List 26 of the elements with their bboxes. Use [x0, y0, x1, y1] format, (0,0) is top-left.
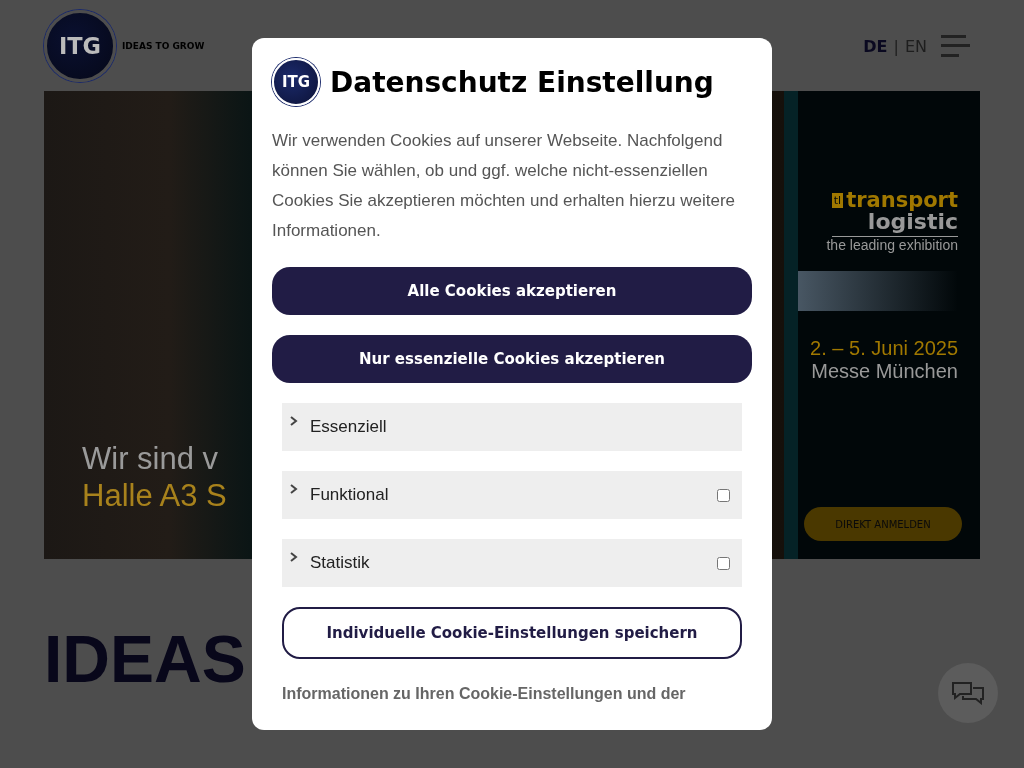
- save-settings-button[interactable]: Individuelle Cookie-Einstellungen speichern: [282, 607, 742, 659]
- event-logo: tl transport logistic: [831, 189, 958, 237]
- logo-tagline: IDEAS TO GROW: [122, 41, 205, 51]
- event-location: Messe München: [811, 360, 958, 383]
- dialog-title: Datenschutz Einstellung: [330, 65, 714, 99]
- language-separator: |: [893, 36, 899, 56]
- category-label: Funktional: [310, 485, 390, 505]
- dialog-intro: Wir verwenden Cookies auf unserer Webseite. Nachfolgend können Sie wählen, ob und ggf. welche nicht-essenziellen Cookies Sie akzeptieren möchten und erhalten hierzu weitere Informationen.: [272, 130, 737, 242]
- accept-button[interactable]: Alle Cookies akzeptieren: [272, 267, 752, 315]
- accept-button[interactable]: Nur essenzielle Cookies akzeptieren: [272, 335, 752, 383]
- banner-text: Halle A3 S: [82, 477, 228, 514]
- hero-heading: IDEAS: [44, 621, 246, 697]
- cookie-info-text: Informationen zu Ihren Cookie-Einstellungen und der: [282, 684, 687, 704]
- logo-icon: ITG: [272, 58, 320, 106]
- chat-icon: [951, 681, 985, 705]
- cookie-category[interactable]: Statistik: [282, 539, 742, 587]
- cookie-category[interactable]: Funktional: [282, 471, 742, 519]
- category-label: Essenziell: [310, 417, 388, 437]
- category-checkbox[interactable]: [717, 556, 730, 570]
- banner-text: Wir sind v: [82, 440, 220, 477]
- event-date: 2. – 5. Juni 2025: [810, 337, 958, 360]
- category-checkbox[interactable]: [717, 488, 730, 502]
- category-label: Statistik: [310, 553, 371, 573]
- logo-icon[interactable]: ITG: [44, 10, 116, 82]
- cookie-category[interactable]: Essenziell: [282, 403, 742, 451]
- event-slogan: the leading exhibition: [826, 237, 958, 253]
